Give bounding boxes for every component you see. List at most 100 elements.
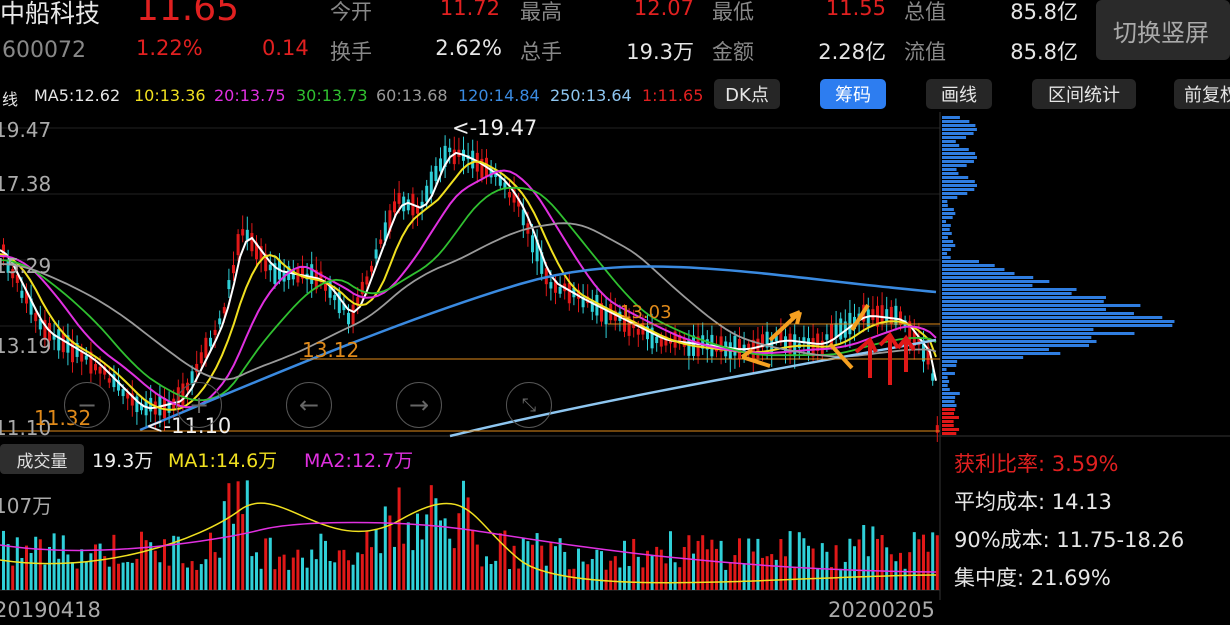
arrow-right-icon[interactable]: →	[396, 382, 442, 428]
volume-bar	[374, 528, 378, 590]
chip-bar	[942, 256, 951, 259]
volume-bar	[38, 539, 42, 590]
volume-value: 19.3万	[92, 450, 154, 472]
chip-bar	[942, 356, 1024, 359]
chip-bar	[942, 188, 975, 191]
chip-bar	[942, 428, 960, 431]
candle-body	[121, 389, 125, 397]
price-axis-label: 19.47	[0, 118, 52, 142]
volume-bar	[222, 501, 226, 590]
volume-bar	[577, 548, 580, 590]
volume-bar	[135, 558, 139, 590]
candle-body	[250, 232, 254, 252]
volume-bar	[103, 556, 107, 590]
volume-bars	[2, 480, 939, 590]
chip-bar	[942, 160, 974, 163]
chip-bar	[942, 352, 1061, 355]
volume-bar	[278, 556, 281, 590]
chip-bar	[942, 372, 955, 375]
volume-bar	[15, 537, 19, 590]
volume-bar	[186, 567, 189, 590]
volume-bar	[751, 551, 755, 590]
chip-bar	[942, 184, 977, 187]
candle-body	[397, 192, 401, 204]
arrow-left-icon[interactable]: ←	[286, 382, 332, 428]
volume-bar	[291, 557, 295, 590]
volume-bar	[770, 554, 774, 590]
volume-bar	[871, 526, 875, 590]
volume-bar	[310, 549, 314, 590]
chip-bar	[942, 348, 1049, 351]
volume-bar	[485, 556, 488, 590]
volume-bar	[167, 565, 171, 590]
chip-bar	[942, 292, 1072, 295]
chip-bar	[942, 312, 1134, 315]
zoom-out-icon[interactable]: −	[64, 382, 110, 428]
volume-bar	[857, 539, 861, 590]
volume-bar	[811, 548, 815, 590]
volume-bar	[420, 539, 424, 590]
volume-bar	[89, 553, 93, 590]
volume-bar	[669, 531, 672, 590]
chip-bar	[942, 216, 953, 219]
candle-body	[880, 305, 884, 325]
candle-body	[199, 352, 203, 364]
collapse-icon[interactable]: ⤡	[506, 382, 552, 428]
candle-body	[452, 149, 456, 165]
volume-bar	[475, 544, 479, 590]
volume-bar	[411, 550, 415, 590]
volume-bar	[264, 538, 268, 590]
volume-bar	[434, 498, 438, 590]
chip-bar	[942, 232, 952, 235]
volume-bar	[839, 568, 843, 590]
volume-ma1: MA1:14.6万	[168, 450, 278, 472]
candle-body	[558, 286, 562, 294]
candle-body	[71, 340, 74, 363]
volume-bar	[581, 561, 585, 590]
ma30-line	[0, 186, 937, 402]
chip-bar	[942, 148, 969, 151]
chip-bar	[942, 168, 957, 171]
candle-body	[94, 364, 97, 371]
volume-bar	[797, 532, 801, 590]
volume-bar	[517, 568, 521, 590]
level-label-13-03: 13.03	[620, 302, 672, 323]
volume-bar	[765, 556, 769, 590]
chip-bar	[942, 152, 976, 155]
candle-body	[655, 336, 659, 344]
volume-bar	[218, 557, 222, 590]
candle-body	[379, 239, 383, 244]
volume-bar	[107, 566, 111, 590]
chip-bar	[942, 192, 968, 195]
volume-bar	[820, 543, 824, 590]
volume-bar	[742, 564, 746, 590]
volume-bar	[494, 560, 498, 590]
chip-bar	[942, 236, 948, 239]
volume-bar	[66, 554, 70, 590]
volume-bar	[889, 554, 893, 590]
volume-bar	[563, 551, 567, 590]
candle-body	[687, 338, 691, 356]
volume-bar	[719, 540, 723, 590]
volume-bar	[181, 563, 185, 590]
volume-bar	[209, 532, 212, 590]
candle-body	[236, 234, 240, 256]
candle-body	[425, 185, 429, 202]
candle-body	[393, 201, 396, 213]
volume-bar	[245, 480, 249, 590]
volume-bar	[273, 569, 277, 590]
chip-bar	[942, 368, 947, 371]
chip-bar	[942, 176, 969, 179]
volume-indicator-button[interactable]: 成交量	[0, 444, 84, 474]
chip-bar	[942, 328, 1094, 331]
volume-bar	[333, 562, 337, 590]
volume-bar	[609, 560, 613, 590]
volume-bar	[784, 556, 787, 590]
chip-bar	[942, 324, 1173, 327]
zoom-in-icon[interactable]: +	[176, 382, 222, 428]
volume-bar	[388, 515, 392, 590]
volume-bar	[572, 568, 576, 590]
candle-body	[825, 334, 829, 340]
volume-bar	[512, 545, 516, 590]
volume-bar	[360, 554, 364, 590]
